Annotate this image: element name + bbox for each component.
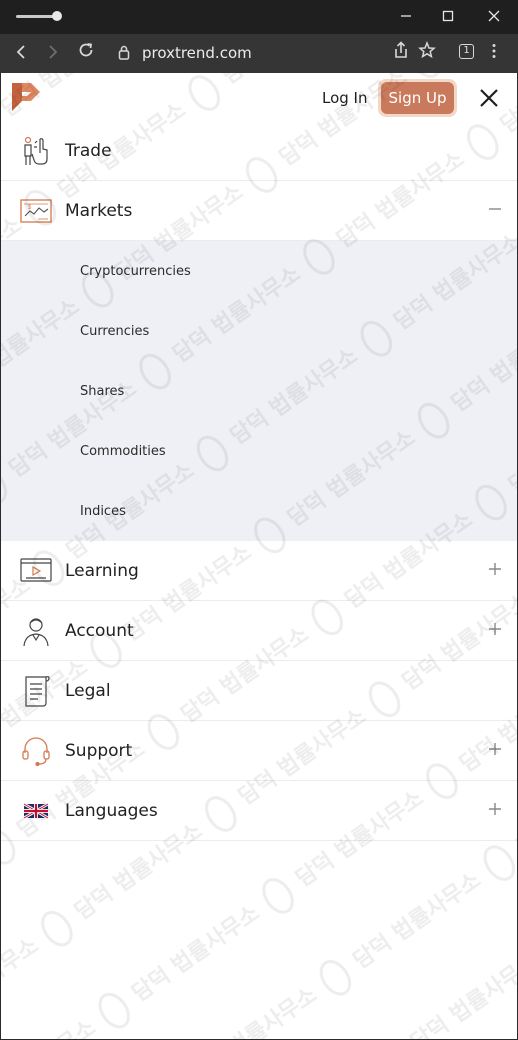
menu-item-label: Learning xyxy=(65,561,139,581)
markets-submenu: Cryptocurrencies Currencies Shares Commo… xyxy=(1,241,517,541)
mobile-menu-page: Log In Sign Up Trade $ Markets Cryptocur… xyxy=(0,73,518,1040)
brand-logo[interactable] xyxy=(9,81,43,113)
reload-icon[interactable] xyxy=(73,40,99,66)
menu-item-markets[interactable]: $ Markets xyxy=(1,181,517,241)
share-icon[interactable] xyxy=(388,40,414,66)
account-icon xyxy=(20,615,52,647)
browser-toolbar: proxtrend.com 1 xyxy=(0,34,518,73)
support-icon xyxy=(20,735,52,767)
menu-item-trade[interactable]: Trade xyxy=(1,121,517,181)
minimize-icon[interactable] xyxy=(393,4,419,30)
trade-icon xyxy=(20,135,52,167)
submenu-item-currencies[interactable]: Currencies xyxy=(80,324,149,339)
menu-item-label: Markets xyxy=(65,201,133,221)
url-text[interactable]: proxtrend.com xyxy=(142,44,252,62)
window-drag-knob[interactable] xyxy=(52,11,62,21)
menu-item-label: Support xyxy=(65,741,133,761)
bookmark-star-icon[interactable] xyxy=(414,40,440,66)
menu-item-support[interactable]: Support xyxy=(1,721,517,781)
menu-item-label: Account xyxy=(65,621,134,641)
expand-plus-icon[interactable] xyxy=(487,561,503,577)
forward-icon[interactable] xyxy=(40,40,66,66)
submenu-item-cryptocurrencies[interactable]: Cryptocurrencies xyxy=(80,264,191,279)
submenu-item-indices[interactable]: Indices xyxy=(80,504,126,519)
expand-plus-icon[interactable] xyxy=(487,741,503,757)
signup-button-label: Sign Up xyxy=(381,82,454,114)
markets-icon: $ xyxy=(20,195,52,227)
login-link[interactable]: Log In xyxy=(322,89,368,107)
submenu-item-commodities[interactable]: Commodities xyxy=(80,444,166,459)
menu-item-label: Trade xyxy=(65,141,112,161)
learning-icon xyxy=(20,555,52,587)
menu-item-label: Legal xyxy=(65,681,111,701)
svg-text:$: $ xyxy=(28,205,32,211)
browser-menu-icon[interactable] xyxy=(481,40,507,66)
back-icon[interactable] xyxy=(8,40,34,66)
submenu-item-shares[interactable]: Shares xyxy=(80,384,124,399)
menu-item-account[interactable]: Account xyxy=(1,601,517,661)
window-drag-handle[interactable] xyxy=(16,15,56,18)
tab-count-button[interactable]: 1 xyxy=(459,44,474,59)
site-header: Log In Sign Up xyxy=(1,73,517,121)
expand-plus-icon[interactable] xyxy=(487,801,503,817)
signup-button[interactable]: Sign Up xyxy=(378,79,457,117)
menu-item-label: Languages xyxy=(65,801,158,821)
maximize-icon[interactable] xyxy=(435,4,461,30)
uk-flag-icon xyxy=(20,795,52,827)
expand-plus-icon[interactable] xyxy=(487,621,503,637)
menu-item-languages[interactable]: Languages xyxy=(1,781,517,841)
close-menu-icon[interactable] xyxy=(478,87,500,109)
collapse-minus-icon[interactable] xyxy=(487,201,503,217)
menu-item-learning[interactable]: Learning xyxy=(1,541,517,601)
legal-icon xyxy=(20,675,52,707)
window-close-icon[interactable] xyxy=(481,4,507,30)
lock-icon[interactable] xyxy=(118,44,130,62)
menu-item-legal[interactable]: Legal xyxy=(1,661,517,721)
browser-title-bar xyxy=(0,0,518,34)
